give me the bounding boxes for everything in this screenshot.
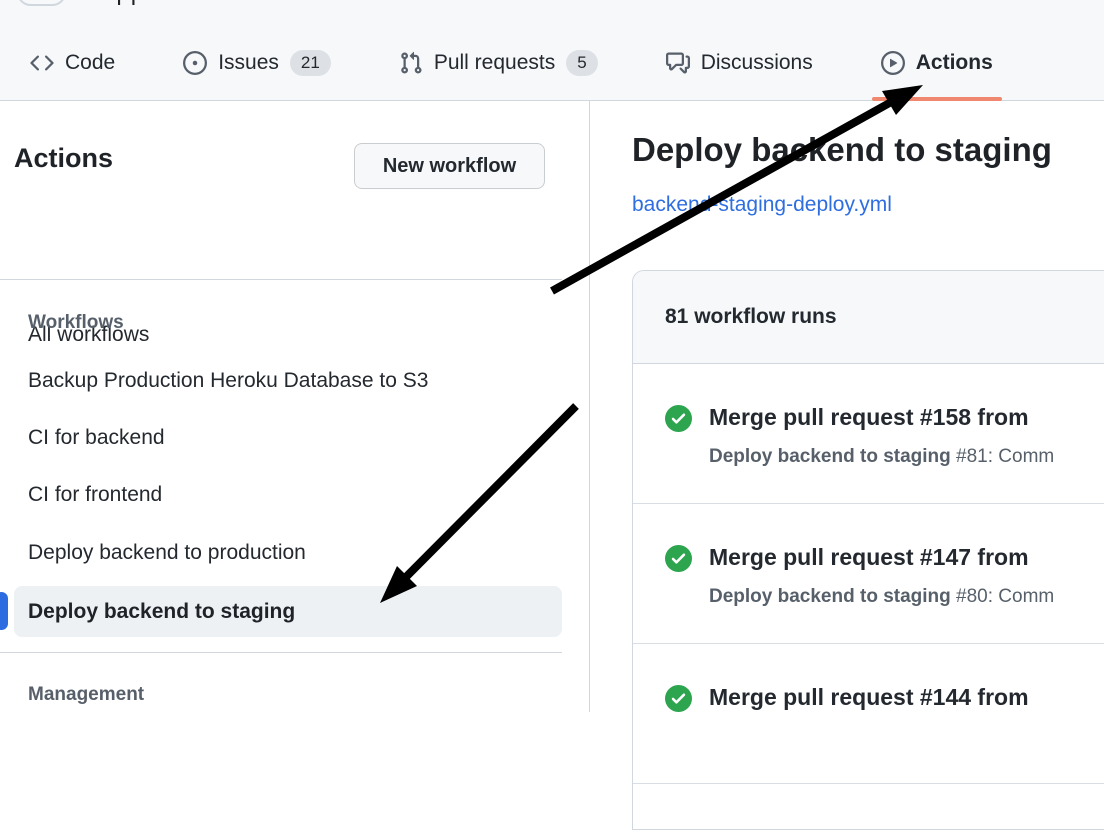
tab-actions-label: Actions (916, 51, 993, 75)
workflow-runs-box: 81 workflow runs Merge pull request #158… (632, 270, 1104, 830)
new-workflow-button[interactable]: New workflow (354, 143, 545, 189)
run-info: #80: Comm (956, 586, 1054, 607)
sidebar-item-deploy-backend-to-production[interactable]: Deploy backend to production (28, 541, 306, 565)
management-section-label: Management (28, 684, 144, 706)
workflow-runs-header: 81 workflow runs (633, 271, 1104, 364)
selected-workflow-label: Deploy backend to staging (28, 600, 295, 624)
check-circle-icon (665, 545, 692, 572)
page-title: Deploy backend to staging (632, 131, 1052, 169)
sidebar-item-deploy-backend-to-staging[interactable]: Deploy backend to staging (14, 586, 562, 637)
workflow-run-row[interactable]: Merge pull request #147 from Deploy back… (633, 504, 1104, 644)
repo-nav-tabs: Code Issues 21 Pull requests 5 Discussio… (14, 26, 1009, 100)
issue-opened-icon (183, 51, 207, 75)
workflow-runs-count: 81 workflow runs (665, 305, 837, 329)
pull-requests-count-badge: 5 (566, 50, 597, 76)
run-workflow-name: Deploy backend to staging (709, 586, 951, 607)
check-circle-icon (665, 405, 692, 432)
workflow-file-link[interactable]: backend-staging-deploy.yml (632, 193, 892, 217)
workflow-run-row[interactable]: Merge pull request #144 from (633, 644, 1104, 784)
sidebar-item-ci-for-frontend[interactable]: CI for frontend (28, 483, 162, 507)
run-title: Merge pull request #147 from (709, 544, 1054, 571)
repo-header: app Code Issues 21 Pull requests 5 Discu… (0, 0, 1104, 101)
tab-issues-label: Issues (218, 51, 279, 75)
tab-discussions[interactable]: Discussions (650, 26, 829, 100)
tab-issues[interactable]: Issues 21 (167, 26, 347, 100)
check-circle-icon (665, 685, 692, 712)
issues-count-badge: 21 (290, 50, 331, 76)
run-title: Merge pull request #144 from (709, 684, 1029, 711)
selected-item-indicator-bar (0, 592, 8, 630)
run-subtitle: Deploy backend to staging #81: Comm (709, 446, 1054, 468)
comment-discussion-icon (666, 51, 690, 75)
tab-code-label: Code (65, 51, 115, 75)
sidebar-divider (0, 279, 562, 280)
sidebar-item-ci-for-backend[interactable]: CI for backend (28, 426, 165, 450)
run-workflow-name: Deploy backend to staging (709, 446, 951, 467)
sidebar-item-backup-production-heroku-database-to-s3[interactable]: Backup Production Heroku Database to S3 (28, 369, 428, 393)
sidebar-title: Actions (14, 143, 113, 174)
git-pull-request-icon (399, 51, 423, 75)
tab-pull-requests[interactable]: Pull requests 5 (383, 26, 614, 100)
tab-discussions-label: Discussions (701, 51, 813, 75)
repo-name-cutoff: app (102, 0, 145, 5)
workflow-run-row[interactable]: Merge pull request #158 from Deploy back… (633, 364, 1104, 504)
repo-visibility-badge-cutoff (17, 0, 66, 6)
run-title: Merge pull request #158 from (709, 404, 1054, 431)
play-icon (881, 51, 905, 75)
tab-code[interactable]: Code (14, 26, 131, 100)
tab-actions[interactable]: Actions (865, 26, 1009, 100)
run-subtitle: Deploy backend to staging #80: Comm (709, 586, 1054, 608)
workflow-runs-panel: Deploy backend to staging backend-stagin… (591, 101, 1104, 712)
sidebar-divider (0, 652, 562, 653)
workflows-section-label: Workflows (28, 312, 124, 334)
run-info: #81: Comm (956, 446, 1054, 467)
tab-pull-requests-label: Pull requests (434, 51, 555, 75)
code-icon (30, 51, 54, 75)
actions-sidebar: Actions New workflow All workflows Workf… (0, 101, 590, 712)
